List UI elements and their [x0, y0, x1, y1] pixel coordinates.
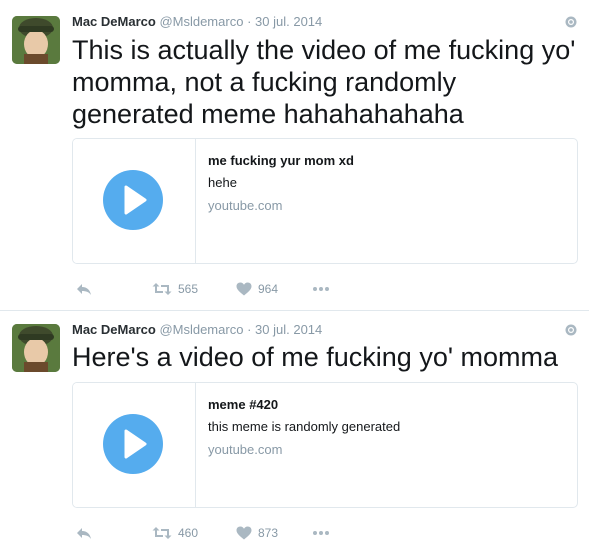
globe-icon[interactable]: [565, 324, 577, 336]
retweet-button[interactable]: 565: [152, 282, 198, 296]
card-description: hehe: [208, 175, 237, 190]
author-name[interactable]: Mac DeMarco: [72, 14, 156, 29]
tweet-text: Here's a video of me fucking yo' momma: [72, 342, 558, 372]
card-title: me fucking yur mom xd: [208, 153, 354, 168]
tweet-header: Mac DeMarco @Msldemarco · 30 jul. 2014: [72, 14, 322, 29]
more-button[interactable]: [312, 282, 330, 296]
separator: ·: [247, 14, 252, 29]
card-thumbnail[interactable]: [73, 383, 196, 507]
author-handle[interactable]: @Msldemarco: [159, 14, 243, 29]
retweet-icon: [152, 283, 172, 295]
like-button[interactable]: 873: [236, 526, 278, 540]
retweet-count: 460: [178, 526, 199, 540]
link-card[interactable]: me fucking yur mom xd hehe youtube.com: [72, 138, 578, 264]
reply-button[interactable]: [76, 282, 92, 296]
reply-icon: [77, 528, 91, 539]
card-thumbnail[interactable]: [73, 139, 196, 263]
heart-icon: [236, 526, 252, 540]
tweet: Mac DeMarco @Msldemarco · 30 jul. 2014 T…: [0, 0, 589, 311]
avatar[interactable]: [12, 16, 60, 64]
author-handle[interactable]: @Msldemarco: [159, 322, 243, 337]
tweet-text: This is actually the video of me fucking…: [72, 35, 576, 129]
author-name[interactable]: Mac DeMarco: [72, 322, 156, 337]
tweet-header: Mac DeMarco @Msldemarco · 30 jul. 2014: [72, 322, 322, 337]
like-count: 873: [258, 526, 279, 540]
retweet-count: 565: [178, 282, 199, 296]
like-count: 964: [258, 282, 279, 296]
play-icon[interactable]: [103, 170, 163, 230]
reply-button[interactable]: [76, 526, 92, 540]
more-icon: [313, 287, 329, 291]
play-icon[interactable]: [103, 414, 163, 474]
retweet-icon: [152, 527, 172, 539]
more-icon: [313, 531, 329, 535]
card-domain: youtube.com: [208, 198, 283, 213]
reply-icon: [77, 284, 91, 295]
like-button[interactable]: 964: [236, 282, 278, 296]
tweet: Mac DeMarco @Msldemarco · 30 jul. 2014 H…: [0, 311, 589, 554]
globe-icon[interactable]: [565, 16, 577, 28]
link-card[interactable]: meme #420 this meme is randomly generate…: [72, 382, 578, 508]
card-description: this meme is randomly generated: [208, 419, 401, 434]
heart-icon: [236, 282, 252, 296]
retweet-button[interactable]: 460: [152, 526, 198, 540]
card-title: meme #420: [208, 397, 279, 412]
card-domain: youtube.com: [208, 442, 283, 457]
separator: ·: [247, 322, 252, 337]
avatar[interactable]: [12, 324, 60, 372]
tweet-date[interactable]: 30 jul. 2014: [255, 322, 322, 337]
more-button[interactable]: [312, 526, 330, 540]
tweet-date[interactable]: 30 jul. 2014: [255, 14, 322, 29]
